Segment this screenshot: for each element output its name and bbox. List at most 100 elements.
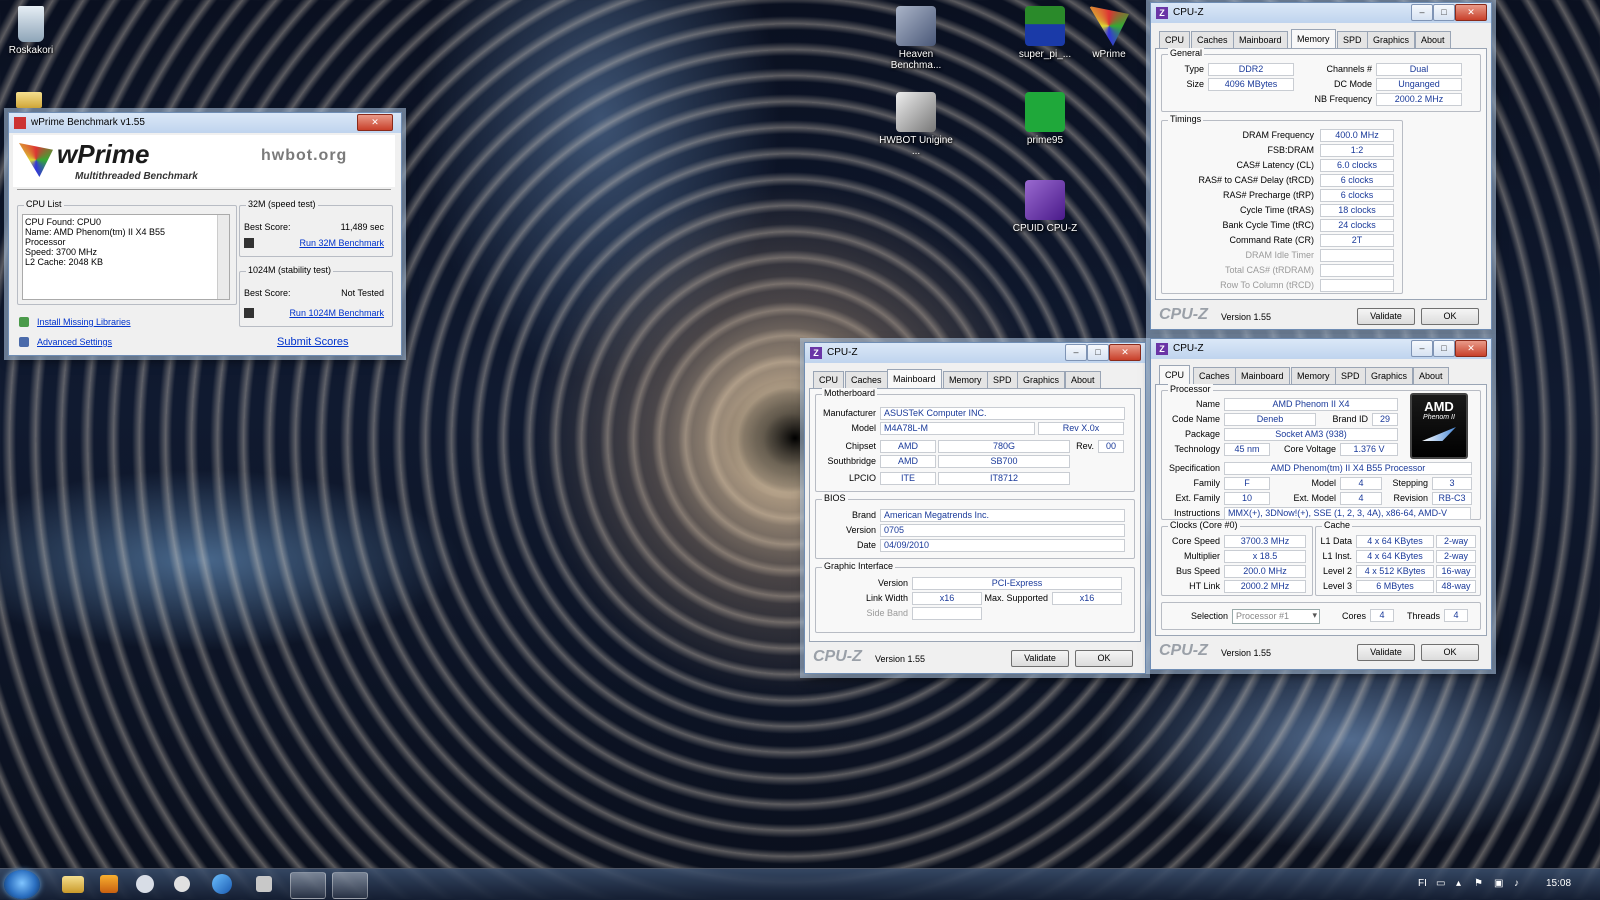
- volume-icon[interactable]: ♪: [1514, 878, 1519, 889]
- tab-mainboard[interactable]: Mainboard: [1235, 367, 1290, 384]
- wprime-header: wPrime Multithreaded Benchmark hwbot.org: [13, 135, 395, 187]
- tab-cpu[interactable]: CPU: [813, 371, 845, 388]
- tab-caches[interactable]: Caches: [1191, 31, 1234, 48]
- tab-graphics[interactable]: Graphics: [1017, 371, 1066, 388]
- close-button[interactable]: ✕: [1455, 340, 1487, 357]
- maximize-button[interactable]: □: [1087, 344, 1109, 361]
- network-icon[interactable]: ▣: [1494, 878, 1503, 889]
- language-indicator[interactable]: FI: [1418, 878, 1427, 889]
- maximize-button[interactable]: □: [1433, 4, 1455, 21]
- scrollbar[interactable]: [217, 215, 229, 299]
- amd-logo-text: AMD: [1424, 399, 1454, 414]
- taskbar-tool-icon[interactable]: [256, 876, 272, 892]
- name-value: AMD Phenom II X4: [1224, 398, 1398, 411]
- model-label: Model: [851, 423, 876, 433]
- processor-select[interactable]: Processor #1 ▾: [1232, 609, 1320, 624]
- tab-caches[interactable]: Caches: [1193, 367, 1236, 384]
- taskbar-media-icon[interactable]: [100, 875, 118, 893]
- taskbar-steam-icon[interactable]: [136, 875, 154, 893]
- ok-button[interactable]: OK: [1075, 650, 1133, 667]
- ok-button[interactable]: OK: [1421, 308, 1479, 325]
- minimize-button[interactable]: –: [1411, 4, 1433, 21]
- taskbar-app-icon[interactable]: [174, 876, 190, 892]
- folder-icon[interactable]: [16, 92, 42, 108]
- htlink-label: HT Link: [1189, 581, 1220, 591]
- tab-about[interactable]: About: [1413, 367, 1449, 384]
- maximize-button[interactable]: □: [1433, 340, 1455, 357]
- keyboard-icon[interactable]: ▭: [1436, 878, 1445, 889]
- cpuz-app-icon: Z: [1156, 7, 1168, 19]
- tab-memory[interactable]: Memory: [1291, 367, 1336, 384]
- tab-cpu[interactable]: CPU: [1159, 31, 1191, 48]
- start-button[interactable]: [4, 870, 40, 899]
- cpu-list-box[interactable]: CPU Found: CPU0 Name: AMD Phenom(tm) II …: [22, 214, 230, 300]
- super-pi-image: [1025, 6, 1065, 46]
- tab-graphics[interactable]: Graphics: [1365, 367, 1414, 384]
- size-value: 4096 MBytes: [1208, 78, 1294, 91]
- tab-about[interactable]: About: [1415, 31, 1451, 48]
- flag-icon[interactable]: ⚑: [1474, 878, 1483, 889]
- taskbar-ie-icon[interactable]: [212, 874, 232, 894]
- cpuid-cpuz-icon[interactable]: CPUID CPU-Z: [1008, 180, 1082, 234]
- group-label: Processor: [1168, 384, 1213, 394]
- install-libraries-link[interactable]: Install Missing Libraries: [37, 317, 131, 327]
- tab-spd[interactable]: SPD: [1335, 367, 1366, 384]
- group-label: 1024M (stability test): [246, 265, 334, 275]
- group-label: Clocks (Core #0): [1168, 520, 1240, 530]
- tab-graphics[interactable]: Graphics: [1367, 31, 1416, 48]
- minimize-button[interactable]: –: [1411, 340, 1433, 357]
- hwbot-unigine-icon[interactable]: HWBOT Unigine ...: [879, 92, 953, 157]
- titlebar[interactable]: Z CPU-Z – □ ✕: [805, 343, 1145, 363]
- validate-button[interactable]: Validate: [1357, 308, 1415, 325]
- validate-button[interactable]: Validate: [1357, 644, 1415, 661]
- group-label: Timings: [1168, 114, 1204, 124]
- close-button[interactable]: ✕: [357, 114, 393, 131]
- ok-button[interactable]: OK: [1421, 644, 1479, 661]
- wprime-titlebar[interactable]: wPrime Benchmark v1.55 ✕: [9, 113, 401, 133]
- minimize-button[interactable]: –: [1065, 344, 1087, 361]
- window-title: CPU-Z: [1173, 343, 1204, 354]
- cpuz-memory-window: Z CPU-Z – □ ✕ CPU Caches Mainboard Memor…: [1150, 2, 1492, 330]
- timing-value: 6 clocks: [1320, 189, 1394, 202]
- advanced-settings-link[interactable]: Advanced Settings: [37, 337, 112, 347]
- timing-value: 6 clocks: [1320, 174, 1394, 187]
- corespeed-value: 3700.3 MHz: [1224, 535, 1306, 548]
- tab-spd[interactable]: SPD: [987, 371, 1018, 388]
- tray-expand-icon[interactable]: ▴: [1456, 878, 1461, 889]
- group-label: Cache: [1322, 520, 1353, 530]
- tab-cpu[interactable]: CPU: [1159, 365, 1191, 384]
- clock[interactable]: 15:08: [1546, 878, 1571, 889]
- close-button[interactable]: ✕: [1455, 4, 1487, 21]
- hwbot-logo[interactable]: hwbot.org: [261, 147, 347, 165]
- prime95-icon[interactable]: prime95: [1008, 92, 1082, 146]
- tab-caches[interactable]: Caches: [845, 371, 888, 388]
- validate-button[interactable]: Validate: [1011, 650, 1069, 667]
- titlebar[interactable]: Z CPU-Z – □ ✕: [1151, 339, 1491, 359]
- tab-mainboard[interactable]: Mainboard: [1233, 31, 1288, 48]
- run-1024m-link[interactable]: Run 1024M Benchmark: [289, 308, 384, 318]
- busspeed-value: 200.0 MHz: [1224, 565, 1306, 578]
- tab-memory[interactable]: Memory: [943, 371, 988, 388]
- taskbar-wprime-button[interactable]: [332, 872, 368, 899]
- tab-spd[interactable]: SPD: [1337, 31, 1368, 48]
- super-pi-icon[interactable]: super_pi_...: [1008, 6, 1082, 60]
- recycle-bin-icon[interactable]: Roskakori: [0, 6, 68, 56]
- cpu-line: CPU Found: CPU0: [25, 217, 102, 227]
- heaven-benchmark-icon[interactable]: Heaven Benchma...: [879, 6, 953, 71]
- taskbar-cpuz-button[interactable]: [290, 872, 326, 899]
- run-32m-link[interactable]: Run 32M Benchmark: [299, 238, 384, 248]
- busspeed-label: Bus Speed: [1175, 566, 1220, 576]
- chipset-label: Chipset: [845, 441, 876, 451]
- tab-about[interactable]: About: [1065, 371, 1101, 388]
- l1i-label: L1 Inst.: [1322, 551, 1352, 561]
- submit-scores-link[interactable]: Submit Scores: [277, 336, 349, 348]
- taskbar-explorer-icon[interactable]: [62, 876, 84, 893]
- type-label: Type: [1184, 64, 1204, 74]
- tab-mainboard[interactable]: Mainboard: [887, 369, 942, 388]
- wprime-desktop-icon[interactable]: wPrime: [1072, 6, 1146, 60]
- tab-memory[interactable]: Memory: [1291, 29, 1336, 48]
- titlebar[interactable]: Z CPU-Z – □ ✕: [1151, 3, 1491, 23]
- version-label: Version 1.55: [1221, 648, 1272, 658]
- close-button[interactable]: ✕: [1109, 344, 1141, 361]
- timing-label: RAS# to CAS# Delay (tRCD): [1198, 175, 1314, 185]
